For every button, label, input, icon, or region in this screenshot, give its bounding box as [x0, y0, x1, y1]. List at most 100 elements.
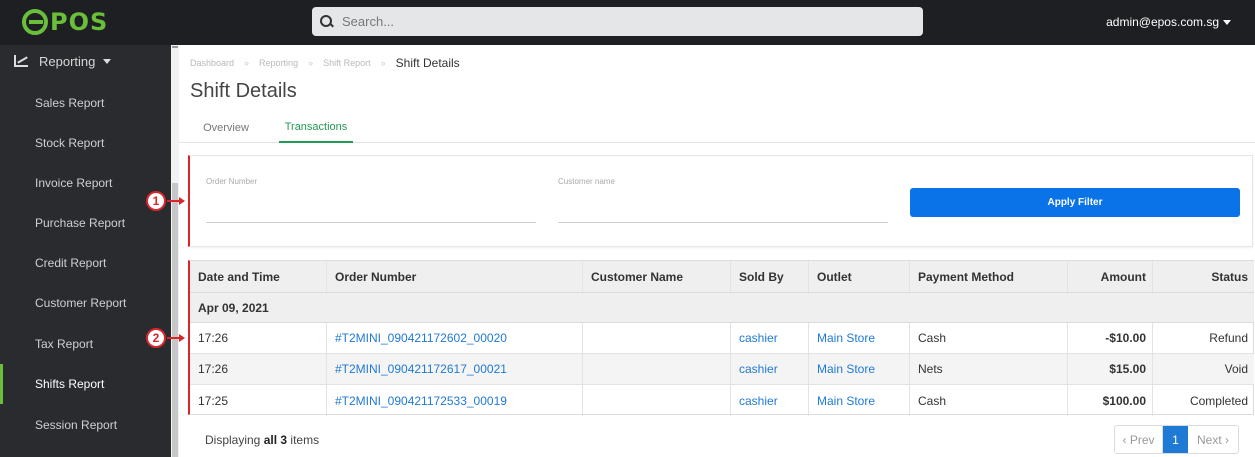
tab-label: Transactions: [284, 120, 348, 133]
transactions-table: Date and Time Order Number Customer Name…: [188, 260, 1254, 416]
date-group-row: Apr 09, 2021: [190, 293, 1254, 323]
sidebar-item-label: Session Report: [35, 418, 118, 432]
scrollbar-up-arrow[interactable]: [172, 46, 178, 48]
column-header-amount[interactable]: Amount: [1068, 261, 1153, 292]
cell-time: 17:25: [190, 385, 327, 416]
sidebar-item-shifts-report[interactable]: Shifts Report: [0, 364, 171, 404]
column-header-outlet[interactable]: Outlet: [809, 261, 910, 292]
cell-time: 17:26: [190, 323, 327, 353]
sold-by-link[interactable]: cashier: [731, 323, 809, 353]
order-number-label: Order Number: [206, 177, 258, 186]
column-header-order-number[interactable]: Order Number: [327, 261, 583, 292]
tab-bar: Overview Transactions: [179, 112, 1255, 143]
cell-payment: Cash: [910, 385, 1068, 416]
sidebar-item-label: Shifts Report: [35, 377, 105, 391]
breadcrumb-dashboard[interactable]: Dashboard: [190, 58, 234, 68]
column-header-status[interactable]: Status: [1153, 261, 1254, 292]
filter-panel: Order Number Customer name Apply Filter: [188, 155, 1253, 247]
user-menu[interactable]: admin@epos.com.sg: [1106, 15, 1231, 29]
customer-name-input[interactable]: [558, 198, 888, 218]
sidebar-item-tax-report[interactable]: Tax Report: [0, 324, 171, 364]
annotation-arrow-icon: [167, 197, 185, 205]
sidebar-item-label: Customer Report: [35, 296, 127, 310]
order-number-underline: [206, 222, 536, 223]
column-header-date-time[interactable]: Date and Time: [190, 261, 327, 292]
annotation-arrow-icon: [167, 334, 185, 342]
sidebar-item-credit-report[interactable]: Credit Report: [0, 243, 171, 283]
tab-label: Overview: [203, 121, 249, 134]
top-bar: POS admin@epos.com.sg: [0, 0, 1255, 45]
outlet-link[interactable]: Main Store: [809, 354, 910, 384]
sidebar-item-label: Credit Report: [35, 256, 107, 270]
breadcrumb-reporting[interactable]: Reporting: [259, 58, 298, 68]
customer-name-label: Customer name: [558, 177, 615, 186]
display-prefix: Displaying: [205, 433, 261, 447]
display-suffix: items: [290, 433, 320, 447]
cell-customer: [583, 385, 731, 416]
sidebar-item-label: Stock Report: [35, 136, 105, 150]
sidebar-group-label: Reporting: [39, 53, 96, 69]
scrollbar-thumb[interactable]: [172, 183, 178, 457]
sidebar-item-purchase-report[interactable]: Purchase Report: [0, 203, 171, 243]
cell-amount: $100.00: [1068, 385, 1153, 416]
breadcrumb: Dashboard » Reporting » Shift Report » S…: [190, 56, 460, 70]
order-number-link[interactable]: #T2MINI_090421172533_00019: [327, 385, 583, 416]
table-row[interactable]: 17:26 #T2MINI_090421172617_00021 cashier…: [190, 354, 1254, 385]
search-bar[interactable]: [312, 7, 923, 36]
user-email: admin@epos.com.sg: [1106, 15, 1219, 29]
column-header-sold-by[interactable]: Sold By: [731, 261, 809, 292]
pagination: ‹ Prev 1 Next ›: [1114, 425, 1239, 454]
breadcrumb-separator: »: [244, 58, 250, 68]
sidebar-item-stock-report[interactable]: Stock Report: [0, 123, 171, 163]
sidebar-item-session-report[interactable]: Session Report: [0, 405, 171, 445]
logo-text: POS: [50, 8, 109, 36]
column-header-payment-method[interactable]: Payment Method: [910, 261, 1068, 292]
table-row[interactable]: 17:25 #T2MINI_090421172533_00019 cashier…: [190, 385, 1254, 416]
cell-customer: [583, 323, 731, 353]
sold-by-link[interactable]: cashier: [731, 354, 809, 384]
order-number-input[interactable]: [206, 198, 536, 218]
sidebar-item-sales-report[interactable]: Sales Report: [0, 83, 171, 123]
breadcrumb-shift-report[interactable]: Shift Report: [323, 58, 371, 68]
order-number-link[interactable]: #T2MINI_090421172602_00020: [327, 323, 583, 353]
breadcrumb-separator: »: [308, 58, 314, 68]
chevron-down-icon: [103, 58, 112, 64]
sidebar-item-label: Tax Report: [35, 337, 94, 351]
apply-filter-button[interactable]: Apply Filter: [910, 188, 1240, 217]
cell-payment: Cash: [910, 323, 1068, 353]
sidebar: Reporting Sales Report Stock Report Invo…: [0, 45, 171, 457]
logo-e-icon: [22, 9, 48, 35]
customer-name-underline: [558, 222, 888, 223]
chart-line-icon: [14, 55, 28, 67]
sidebar-item-label: Invoice Report: [35, 176, 113, 190]
sidebar-item-label: Purchase Report: [35, 216, 126, 230]
sold-by-link[interactable]: cashier: [731, 385, 809, 416]
cell-payment: Nets: [910, 354, 1068, 384]
sidebar-item-label: Sales Report: [35, 96, 105, 110]
sidebar-group-reporting[interactable]: Reporting: [0, 45, 171, 77]
table-row[interactable]: 17:26 #T2MINI_090421172602_00020 cashier…: [190, 323, 1254, 354]
sidebar-item-invoice-report[interactable]: Invoice Report: [0, 163, 171, 203]
cell-amount: $15.00: [1068, 354, 1153, 384]
page-1-button[interactable]: 1: [1163, 426, 1188, 453]
annotation-marker-1: 1: [146, 191, 166, 211]
chevron-down-icon: [1223, 20, 1231, 26]
outlet-link[interactable]: Main Store: [809, 385, 910, 416]
table-header: Date and Time Order Number Customer Name…: [190, 261, 1254, 293]
outlet-link[interactable]: Main Store: [809, 323, 910, 353]
order-number-link[interactable]: #T2MINI_090421172617_00021: [327, 354, 583, 384]
tab-overview[interactable]: Overview: [195, 112, 257, 143]
tab-transactions[interactable]: Transactions: [279, 112, 353, 143]
breadcrumb-current: Shift Details: [395, 56, 460, 70]
next-page-button[interactable]: Next ›: [1188, 426, 1238, 453]
annotation-marker-2: 2: [146, 328, 166, 348]
cell-status: Refund: [1209, 331, 1248, 345]
prev-page-button[interactable]: ‹ Prev: [1115, 426, 1163, 453]
sidebar-item-customer-report[interactable]: Customer Report: [0, 283, 171, 323]
cell-time: 17:26: [190, 354, 327, 384]
epos-logo[interactable]: POS: [22, 8, 108, 36]
cell-status: Completed: [1189, 393, 1248, 408]
search-input[interactable]: [342, 14, 902, 29]
column-header-customer-name[interactable]: Customer Name: [583, 261, 731, 292]
cell-status: Void: [1224, 362, 1248, 376]
